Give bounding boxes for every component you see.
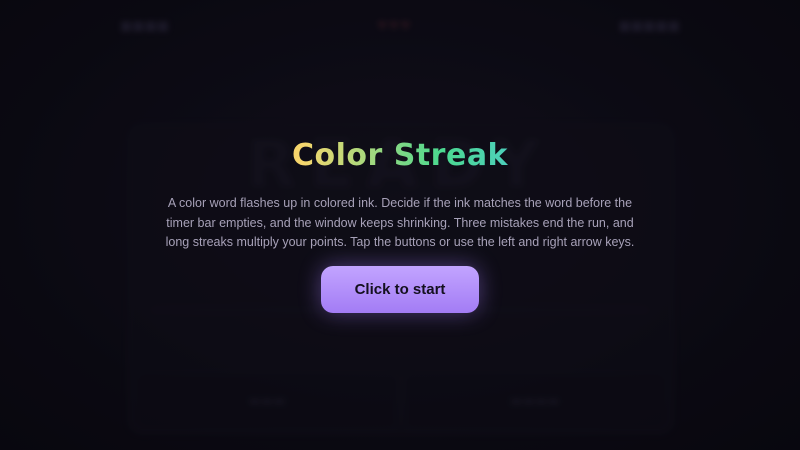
game-stage: ■■■■ ♥♥♥ ■■■■■ READY ▬▬▬ ▬▬▬▬ Color Stre… — [0, 0, 800, 450]
start-button[interactable]: Click to start — [321, 266, 479, 313]
game-description: A color word flashes up in colored ink. … — [165, 196, 635, 249]
game-title: Color Streak — [0, 138, 800, 173]
start-overlay: Color Streak A color word flashes up in … — [0, 0, 800, 450]
